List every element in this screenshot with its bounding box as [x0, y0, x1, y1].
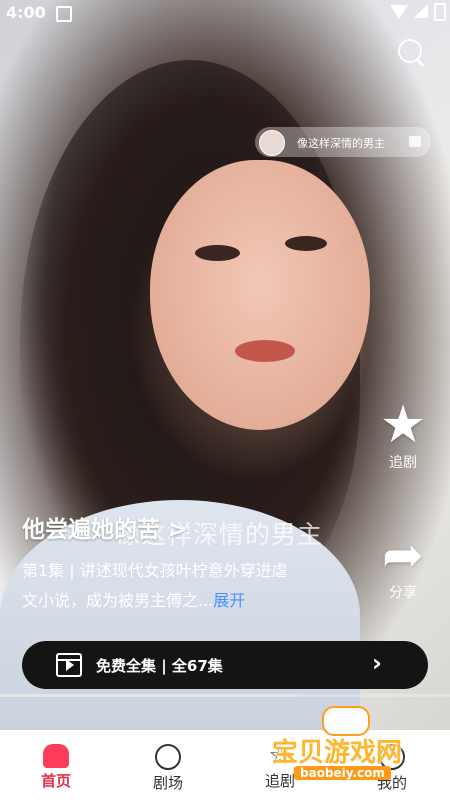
episodes-bar[interactable]: 免费全集 | 全67集 ›	[22, 641, 428, 689]
status-bar: 4:00	[0, 0, 450, 26]
signal-icon	[414, 4, 428, 18]
video-eye-shape	[285, 236, 327, 251]
search-button[interactable]	[396, 37, 426, 67]
inset-caption-text: 像这样深情的男主	[297, 137, 385, 150]
video-eye-shape	[195, 245, 240, 261]
video-face-shape	[150, 160, 370, 430]
tab-theater-label: 剧场	[152, 774, 183, 792]
follow-label: 追剧	[389, 455, 417, 471]
drama-title[interactable]: 他尝遍她的苦 >	[22, 510, 187, 544]
chevron-right-icon: ›	[372, 649, 382, 677]
inset-caption-pill: 像这样深情的男主	[255, 127, 431, 157]
avatar	[259, 130, 285, 156]
play-icon	[56, 653, 82, 677]
short-drama-player-screen: 4:00 像这样深情的男主 像这样深情的男主 ★ 追剧 ➦ 分享 他尝遍她的苦 …	[0, 0, 450, 800]
video-lips-shape	[235, 340, 295, 362]
episodes-label: 免费全集 | 全67集	[96, 657, 223, 675]
video-progress-bar[interactable]	[0, 694, 450, 697]
star-icon: ★	[379, 395, 427, 455]
home-icon	[43, 744, 69, 768]
notification-icon	[56, 6, 72, 22]
tab-home-label: 首页	[40, 772, 71, 790]
status-time: 4:00	[6, 3, 46, 22]
like-icon	[409, 136, 421, 147]
drama-description: 第1集 | 讲述现代女孩叶柠意外穿进虐文小说，成为被男主傅之...展开	[22, 556, 292, 616]
tab-home[interactable]: 首页	[0, 730, 112, 800]
expand-link[interactable]: 展开	[213, 591, 245, 610]
site-watermark: 宝贝游戏网 baobeiy.com	[266, 706, 426, 786]
battery-icon	[434, 3, 446, 21]
wifi-icon	[390, 5, 408, 19]
share-label: 分享	[389, 585, 417, 601]
search-icon-handle	[415, 58, 425, 67]
share-arrow-icon: ➦	[382, 526, 424, 584]
film-reel-icon	[155, 744, 181, 770]
watermark-url: baobeiy.com	[294, 766, 391, 780]
watermark-title: 宝贝游戏网	[272, 738, 403, 768]
follow-button[interactable]: ★ 追剧	[373, 398, 433, 472]
video-frame[interactable]	[0, 0, 450, 730]
description-text: 第1集 | 讲述现代女孩叶柠意外穿进虐文小说，成为被男主傅之...	[22, 561, 288, 610]
share-button[interactable]: ➦ 分享	[373, 528, 433, 602]
tab-theater[interactable]: 剧场	[112, 730, 224, 800]
video-progress-fill	[0, 694, 297, 697]
